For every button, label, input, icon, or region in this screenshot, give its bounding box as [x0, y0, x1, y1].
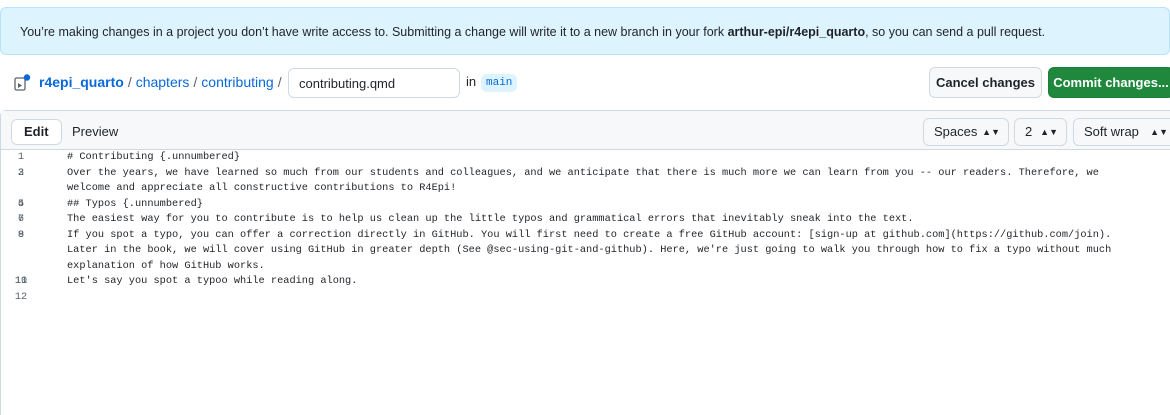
breadcrumb: r4epi_quarto / chapters / contributing / — [39, 66, 286, 98]
line-text: If you spot a typo, you can offer a corr… — [67, 228, 1118, 272]
branch-name-badge: main — [481, 74, 518, 92]
breadcrumb-contributing-link[interactable]: contributing — [201, 74, 273, 90]
updown-caret-icon: ▲▼ — [1040, 127, 1058, 137]
filename-input[interactable] — [288, 68, 460, 98]
editor-toolbar: Edit Preview Spaces ▲▼ 2 ▲▼ Soft wrap ▲▼ — [1, 111, 1170, 150]
line-text: Let's say you spot a typoo while reading… — [67, 275, 358, 287]
wrap-mode-select[interactable]: Soft wrap ▲▼ — [1073, 118, 1170, 146]
code-line: 7 The easiest way for you to contribute i… — [1, 212, 1170, 228]
breadcrumb-chapters-link[interactable]: chapters — [136, 74, 190, 90]
code-line: 3 Over the years, we have learned so much… — [1, 166, 1170, 197]
line-text: # Contributing {.unnumbered} — [67, 151, 241, 163]
file-editor: Edit Preview Spaces ▲▼ 2 ▲▼ Soft wrap ▲▼… — [0, 110, 1170, 415]
indent-mode-value: Spaces — [934, 124, 978, 139]
code-area[interactable]: 1 # Contributing {.unnumbered} 2 3 Over th… — [1, 150, 1170, 303]
code-line: 1 # Contributing {.unnumbered} — [1, 150, 1170, 166]
line-text: Over the years, we have learned so much … — [67, 166, 1106, 195]
updown-caret-icon: ▲▼ — [1150, 127, 1168, 137]
indent-size-value: 2 — [1025, 124, 1033, 139]
banner-text-before: You’re making changes in a project you d… — [20, 25, 728, 39]
branch-in-label: in — [466, 74, 477, 89]
banner-text-after: , so you can send a pull request. — [865, 25, 1046, 39]
line-text: The easiest way for you to contribute is… — [67, 213, 914, 225]
breadcrumb-repo-link[interactable]: r4epi_quarto — [39, 74, 124, 90]
breadcrumb-separator: / — [193, 74, 198, 90]
tab-edit[interactable]: Edit — [11, 119, 62, 145]
cancel-changes-button[interactable]: Cancel changes — [929, 67, 1042, 98]
line-number: 12 — [14, 290, 28, 303]
breadcrumb-separator: / — [127, 74, 132, 90]
line-number: 11 — [14, 275, 28, 287]
line-number: 7 — [17, 213, 25, 225]
fork-name: arthur-epi/r4epi_quarto — [727, 25, 866, 39]
indent-mode-select[interactable]: Spaces ▲▼ — [923, 118, 1009, 146]
line-number: 1 — [17, 151, 25, 163]
wrap-mode-value: Soft wrap — [1084, 124, 1139, 139]
code-line: 9 If you spot a typo, you can offer a cor… — [1, 228, 1170, 275]
line-number: 3 — [17, 166, 25, 179]
code-line: 5 ## Typos {.unnumbered} — [1, 197, 1170, 213]
updown-caret-icon: ▲▼ — [982, 127, 1000, 137]
indent-size-select[interactable]: 2 ▲▼ — [1014, 118, 1067, 146]
code-line: 11 Let's say you spot a typoo while readi… — [1, 274, 1170, 290]
repo-forked-icon — [14, 74, 31, 91]
breadcrumb-separator: / — [277, 74, 282, 90]
line-number: 5 — [17, 197, 25, 210]
commit-changes-button[interactable]: Commit changes... — [1048, 67, 1170, 98]
tab-preview[interactable]: Preview — [59, 119, 131, 145]
fork-notice-banner: You’re making changes in a project you d… — [0, 7, 1170, 55]
file-path-bar: r4epi_quarto/chapters/contributing/ in m… — [0, 66, 1170, 98]
line-text: ## Typos {.unnumbered} — [67, 197, 203, 210]
line-number: 9 — [17, 228, 25, 241]
